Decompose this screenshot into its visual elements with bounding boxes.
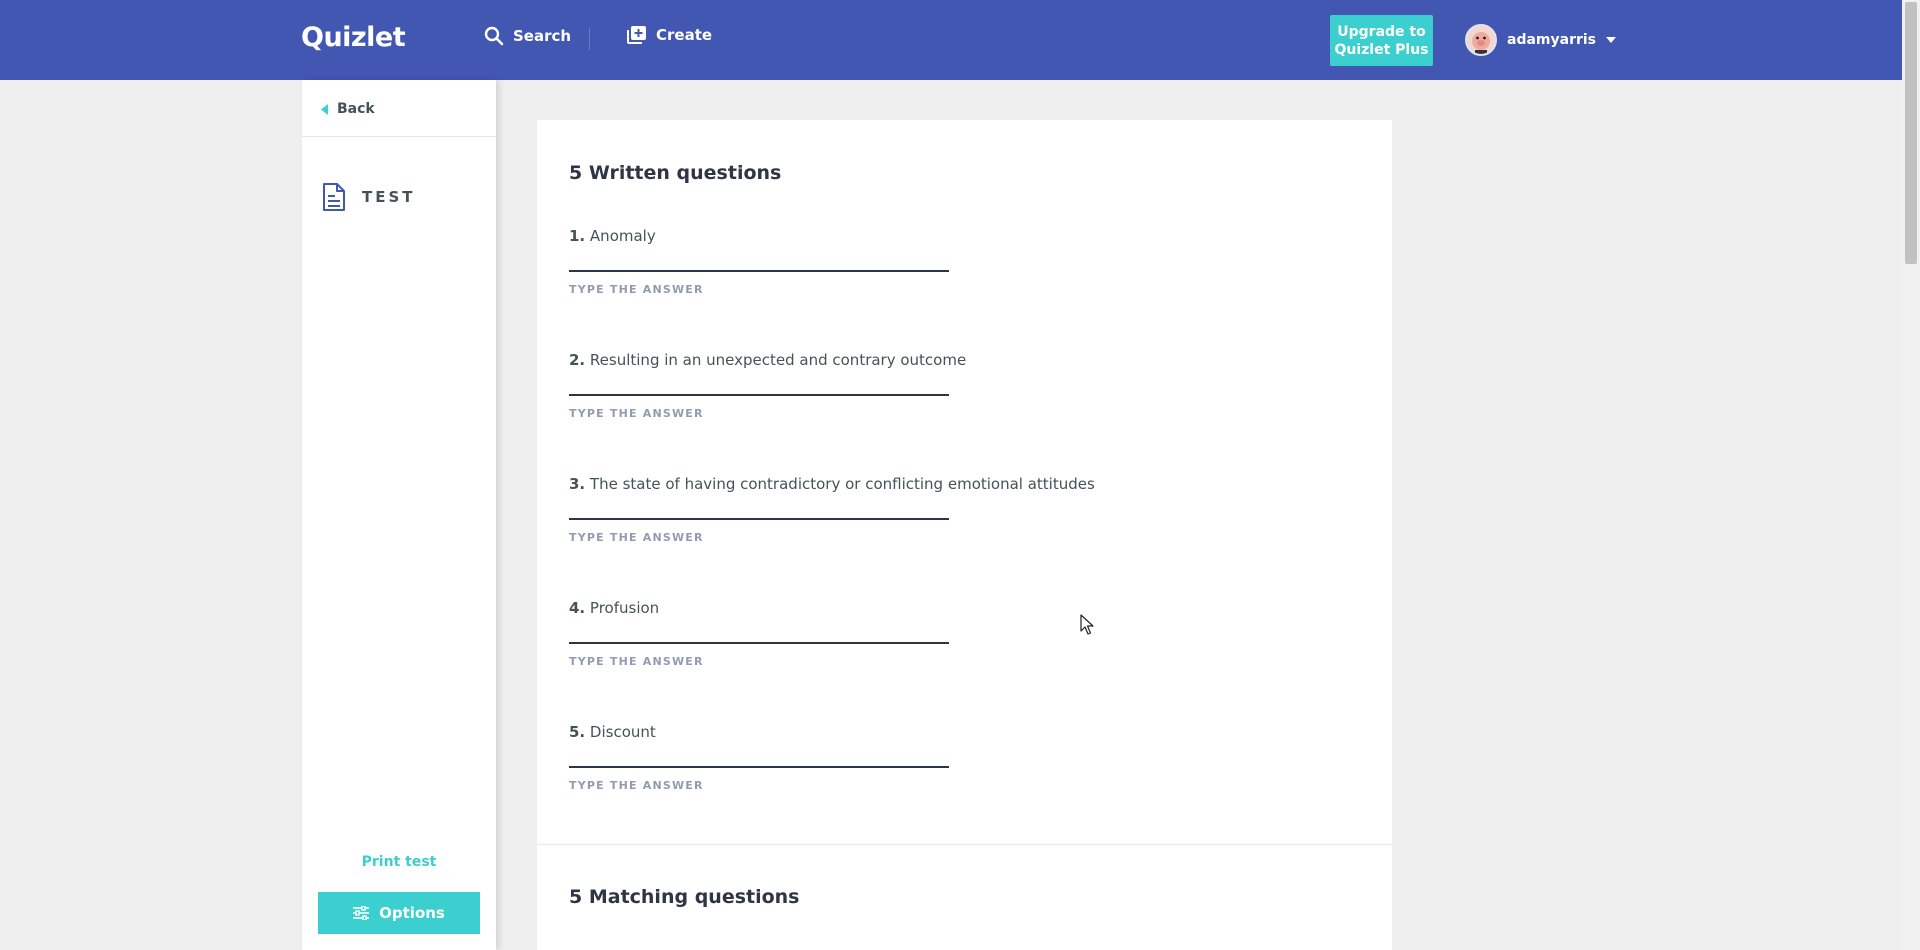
- written-question-4: 4. Profusion TYPE THE ANSWER: [569, 599, 1169, 668]
- question-prompt: Anomaly: [589, 227, 656, 245]
- avatar-pig-icon: [1472, 32, 1490, 54]
- question-number: 3.: [569, 475, 586, 493]
- written-question-2: 2. Resulting in an unexpected and contra…: [569, 351, 1169, 420]
- search-label: Search: [513, 27, 572, 45]
- section-divider: [537, 844, 1392, 845]
- sidebar: Back TEST Print test Options: [302, 80, 496, 950]
- question-prompt: Profusion: [589, 599, 660, 617]
- back-label: Back: [337, 101, 375, 117]
- back-button[interactable]: Back: [321, 101, 375, 117]
- test-card: 5 Written questions 1. Anomaly TYPE THE …: [537, 120, 1392, 950]
- sliders-icon: [353, 906, 370, 920]
- question-number: 4.: [569, 599, 586, 617]
- options-label: Options: [379, 904, 445, 922]
- answer-hint: TYPE THE ANSWER: [569, 779, 704, 792]
- question-number: 2.: [569, 351, 586, 369]
- user-menu[interactable]: adamyarris: [1465, 24, 1617, 56]
- chevron-down-icon: [1606, 37, 1617, 43]
- quizlet-logo[interactable]: Quizlet: [301, 22, 406, 53]
- create-label: Create: [656, 26, 713, 44]
- answer-hint: TYPE THE ANSWER: [569, 531, 704, 544]
- scrollbar-thumb[interactable]: [1905, 2, 1917, 264]
- test-document-icon: [323, 183, 345, 211]
- options-button[interactable]: Options: [318, 892, 480, 934]
- question-text: 5. Discount: [569, 723, 1169, 741]
- answer-hint: TYPE THE ANSWER: [569, 283, 704, 296]
- written-question-3: 3. The state of having contradictory or …: [569, 475, 1169, 544]
- mode-test[interactable]: TEST: [322, 182, 416, 212]
- answer-input[interactable]: [569, 766, 949, 768]
- question-prompt: Discount: [589, 723, 656, 741]
- top-navbar: Quizlet Search Create Upgrade to Quizlet…: [0, 0, 1902, 80]
- username: adamyarris: [1507, 32, 1597, 48]
- question-number: 5.: [569, 723, 586, 741]
- upgrade-button[interactable]: Upgrade to Quizlet Plus: [1330, 15, 1433, 66]
- search-button[interactable]: Search: [484, 26, 571, 46]
- question-text: 1. Anomaly: [569, 227, 1169, 245]
- upgrade-label-line1: Upgrade to: [1337, 23, 1426, 40]
- answer-input[interactable]: [569, 394, 949, 396]
- sidebar-divider: [302, 136, 496, 137]
- search-icon: [484, 26, 504, 46]
- page-scrollbar[interactable]: [1902, 0, 1920, 950]
- back-arrow-icon: [321, 103, 328, 115]
- create-button[interactable]: Create: [627, 26, 712, 44]
- mode-label: TEST: [362, 188, 416, 206]
- question-text: 3. The state of having contradictory or …: [569, 475, 1169, 493]
- written-question-5: 5. Discount TYPE THE ANSWER: [569, 723, 1169, 792]
- written-section-title: 5 Written questions: [569, 162, 782, 184]
- matching-section-title: 5 Matching questions: [569, 886, 800, 908]
- answer-hint: TYPE THE ANSWER: [569, 407, 704, 420]
- question-prompt: Resulting in an unexpected and contrary …: [589, 351, 967, 369]
- answer-input[interactable]: [569, 642, 949, 644]
- question-text: 4. Profusion: [569, 599, 1169, 617]
- written-question-1: 1. Anomaly TYPE THE ANSWER: [569, 227, 1169, 296]
- answer-input[interactable]: [569, 518, 949, 520]
- create-plus-icon: [627, 26, 646, 44]
- question-text: 2. Resulting in an unexpected and contra…: [569, 351, 1169, 369]
- print-test-link[interactable]: Print test: [302, 854, 496, 870]
- question-number: 1.: [569, 227, 586, 245]
- answer-hint: TYPE THE ANSWER: [569, 655, 704, 668]
- question-prompt: The state of having contradictory or con…: [589, 475, 1095, 493]
- mouse-cursor-icon: [1080, 614, 1094, 635]
- avatar: [1465, 24, 1497, 56]
- answer-input[interactable]: [569, 270, 949, 272]
- nav-divider: [589, 28, 590, 50]
- upgrade-label-line2: Quizlet Plus: [1334, 41, 1429, 58]
